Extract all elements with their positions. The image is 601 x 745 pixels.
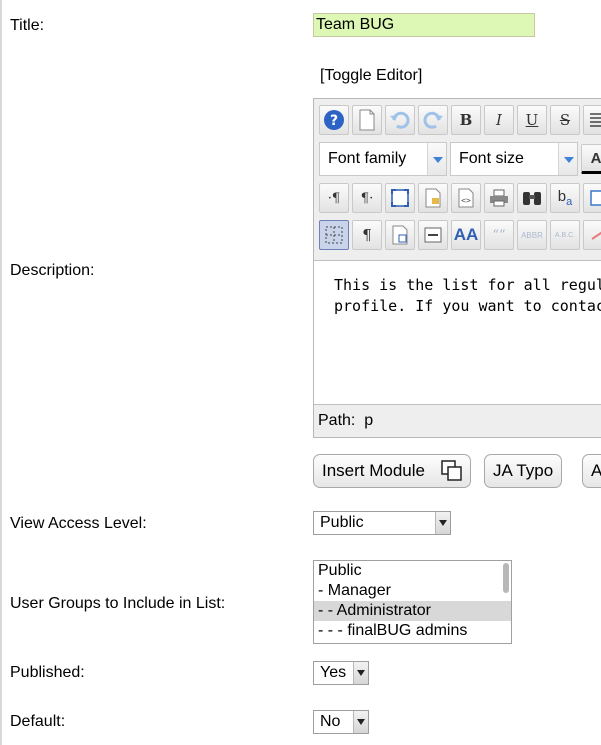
- redo-button[interactable]: [418, 105, 448, 135]
- published-value: Yes: [320, 664, 347, 681]
- content-line-1: This is the list for all regular blog: [334, 276, 601, 294]
- default-label: Default:: [10, 713, 66, 730]
- strikethrough-button[interactable]: S: [550, 105, 580, 135]
- published-select[interactable]: Yes: [313, 661, 369, 685]
- redo-icon: [423, 111, 443, 129]
- rtl-button[interactable]: ¶·: [352, 183, 382, 213]
- content-line-2: profile. If you want to contact th: [334, 297, 601, 315]
- published-label: Published:: [10, 664, 85, 681]
- view-access-select[interactable]: Public: [313, 511, 451, 535]
- toolbar-row-3: ·¶ ¶· <> ba: [319, 183, 601, 213]
- replace-button[interactable]: ba: [550, 183, 580, 213]
- delete-button[interactable]: [583, 220, 601, 250]
- font-size-select[interactable]: Font size: [450, 142, 578, 176]
- undo-button[interactable]: [385, 105, 415, 135]
- toggle-editor-link[interactable]: [Toggle Editor]: [320, 67, 422, 85]
- svg-text:?: ?: [330, 113, 338, 129]
- align-left-button[interactable]: [583, 105, 601, 135]
- text-color-button[interactable]: A: [581, 144, 601, 174]
- module-icon: [441, 460, 462, 481]
- page-break-button[interactable]: [418, 220, 448, 250]
- toolbar-row-4: ¶ AA “” ABBR A.B.C.: [319, 220, 601, 250]
- default-value: No: [320, 713, 341, 730]
- help-button[interactable]: ?: [319, 105, 349, 135]
- editor-content-area[interactable]: This is the list for all regular blog pr…: [314, 260, 601, 405]
- description-label: Description:: [10, 262, 95, 279]
- view-access-value: Public: [320, 514, 364, 531]
- insert-module-label: Insert Module: [322, 461, 425, 480]
- paste-word-button[interactable]: [385, 220, 415, 250]
- acronym-button[interactable]: A.B.C.: [550, 220, 580, 250]
- help-icon: ?: [324, 110, 344, 130]
- toolbar-row-1: ? B I U S: [319, 105, 601, 135]
- font-family-select[interactable]: Font family: [319, 142, 447, 176]
- chevron-down-icon: [427, 143, 446, 175]
- rich-text-editor: ? B I U S Font family Font size A ·¶ ¶·: [313, 98, 601, 438]
- path-value[interactable]: p: [364, 412, 373, 429]
- svg-text:<>: <>: [461, 196, 471, 205]
- ja-typo-button[interactable]: JA Typo: [484, 454, 563, 488]
- italic-button[interactable]: I: [484, 105, 514, 135]
- delete-icon: [591, 231, 601, 240]
- chevron-down-icon: [558, 143, 577, 175]
- insert-module-button[interactable]: Insert Module: [313, 454, 471, 488]
- visual-aid-button[interactable]: [319, 220, 349, 250]
- visual-aid-icon: [325, 226, 343, 244]
- chevron-down-icon: [353, 711, 368, 733]
- user-groups-label: User Groups to Include in List:: [10, 595, 226, 612]
- align-left-icon: [590, 113, 601, 127]
- user-groups-list: Public - Manager - - Administrator - - - fi…: [314, 561, 511, 641]
- styles-icon: AA: [453, 225, 479, 244]
- path-label: Path:: [318, 412, 356, 429]
- user-group-option[interactable]: Public: [314, 561, 511, 581]
- new-document-button[interactable]: [352, 105, 382, 135]
- template-button[interactable]: [418, 183, 448, 213]
- chevron-down-icon: [435, 512, 450, 534]
- cite-button[interactable]: “”: [484, 220, 514, 250]
- title-label: Title:: [10, 17, 45, 34]
- underline-button[interactable]: U: [517, 105, 547, 135]
- html-source-icon: <>: [458, 188, 474, 208]
- default-select[interactable]: No: [313, 710, 369, 734]
- print-button[interactable]: [484, 183, 514, 213]
- print-icon: [490, 189, 508, 207]
- title-input[interactable]: Team BUG: [313, 13, 535, 37]
- template-icon: [425, 188, 441, 208]
- search-button[interactable]: [517, 183, 547, 213]
- user-group-option[interactable]: - Manager: [314, 581, 511, 601]
- replace-icon: ba: [557, 188, 573, 208]
- chevron-down-icon: [353, 662, 368, 684]
- html-source-button[interactable]: <>: [451, 183, 481, 213]
- insert-layer-button[interactable]: [583, 183, 601, 213]
- new-document-icon: [359, 109, 375, 131]
- paste-word-icon: [392, 225, 408, 245]
- fullscreen-icon: [391, 189, 409, 207]
- text-color-icon: A: [590, 149, 601, 167]
- page-break-icon: [424, 227, 442, 243]
- user-groups-listbox[interactable]: Public - Manager - - Administrator - - - fi…: [313, 560, 512, 644]
- user-group-option[interactable]: - - - finalBUG admins: [314, 621, 511, 641]
- show-blocks-button[interactable]: ¶: [352, 220, 382, 250]
- additional-plugin-button[interactable]: A: [582, 454, 601, 488]
- bold-button[interactable]: B: [451, 105, 481, 135]
- font-family-value: Font family: [328, 150, 407, 167]
- view-access-label: View Access Level:: [10, 515, 147, 532]
- abbr-button[interactable]: ABBR: [517, 220, 547, 250]
- fullscreen-button[interactable]: [385, 183, 415, 213]
- left-border: [0, 0, 2, 745]
- binoculars-icon: [523, 192, 541, 205]
- editor-path-bar: Path: p: [318, 412, 373, 430]
- undo-icon: [390, 111, 410, 129]
- listbox-scrollbar[interactable]: [503, 563, 509, 593]
- layer-icon: [590, 190, 601, 206]
- ltr-button[interactable]: ·¶: [319, 183, 349, 213]
- styles-button[interactable]: AA: [451, 220, 481, 250]
- font-size-value: Font size: [459, 150, 524, 167]
- user-group-option[interactable]: - - Administrator: [314, 601, 511, 621]
